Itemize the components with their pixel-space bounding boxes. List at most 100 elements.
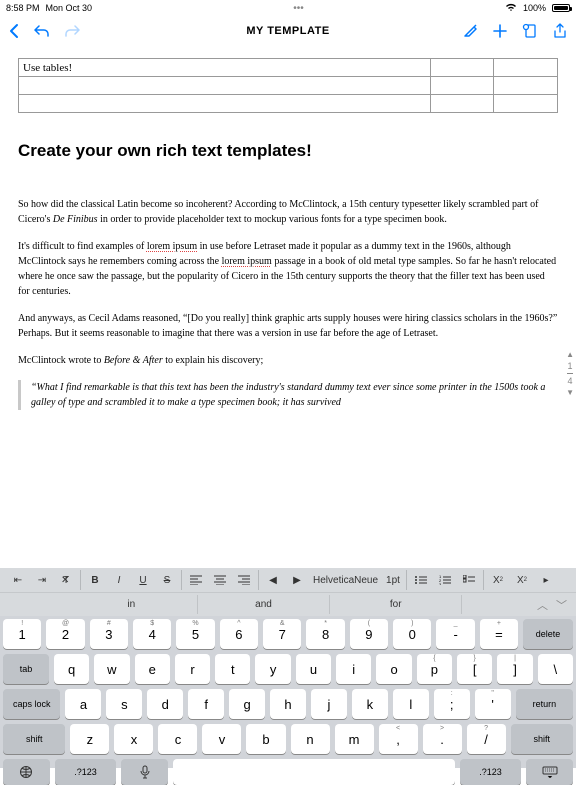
key-9[interactable]: (9 [350,619,388,649]
key-c[interactable]: c [158,724,197,754]
undo-icon[interactable] [34,24,50,38]
key-1[interactable]: !1 [3,619,41,649]
key-/[interactable]: ?/ [467,724,506,754]
clear-format-icon[interactable]: T✕ [54,570,78,590]
key-'[interactable]: "' [475,689,511,719]
doc-blockquote[interactable]: “What I find remarkable is that this tex… [18,380,558,410]
key-8[interactable]: *8 [306,619,344,649]
key-r[interactable]: r [175,654,210,684]
table-cell[interactable] [494,59,558,77]
key-u[interactable]: u [296,654,331,684]
doc-paragraph[interactable]: McClintock wrote to Before & After to ex… [18,353,558,368]
add-icon[interactable] [492,23,508,39]
table-cell[interactable] [19,77,431,95]
page-indicator[interactable]: ▲ 1 4 ▼ [566,350,574,397]
subscript-button[interactable]: X2 [510,570,534,590]
next-suggestion-icon[interactable]: ﹀ [556,597,567,613]
key-a[interactable]: a [65,689,101,719]
key-3[interactable]: #3 [90,619,128,649]
table-cell[interactable] [494,77,558,95]
suggestion-blank[interactable] [462,601,528,609]
indent-right-icon[interactable]: ⇥ [30,570,54,590]
key-s[interactable]: s [106,689,142,719]
tab-key[interactable]: tab [3,654,49,684]
globe-key[interactable] [3,759,50,785]
key-j[interactable]: j [311,689,347,719]
checklist-icon[interactable] [457,570,481,590]
shift-key[interactable]: shift [511,724,573,754]
back-icon[interactable] [8,23,20,39]
delete-key[interactable]: delete [523,619,573,649]
key-b[interactable]: b [246,724,285,754]
key-l[interactable]: l [393,689,429,719]
bullet-list-icon[interactable] [409,570,433,590]
template-icon[interactable] [522,23,538,39]
key--[interactable]: _- [436,619,474,649]
bold-button[interactable]: B [83,570,107,590]
font-smaller-icon[interactable]: ◀ [261,570,285,590]
font-larger-icon[interactable]: ▶ [285,570,309,590]
mic-key[interactable] [121,759,168,785]
align-left-icon[interactable] [184,570,208,590]
key-0[interactable]: )0 [393,619,431,649]
key-h[interactable]: h [270,689,306,719]
key-5[interactable]: %5 [176,619,214,649]
table-cell[interactable] [430,77,494,95]
key-d[interactable]: d [147,689,183,719]
sample-table[interactable]: Use tables! [18,58,558,113]
key-][interactable]: |] [497,654,532,684]
key-y[interactable]: y [255,654,290,684]
key-z[interactable]: z [70,724,109,754]
key-n[interactable]: n [291,724,330,754]
key-g[interactable]: g [229,689,265,719]
hide-keyboard-key[interactable] [526,759,573,785]
key-7[interactable]: &7 [263,619,301,649]
key-=[interactable]: += [480,619,518,649]
align-center-icon[interactable] [208,570,232,590]
doc-heading[interactable]: Create your own rich text templates! [18,141,558,161]
document-area[interactable]: Use tables! Create your own rich text te… [0,50,576,568]
key-6[interactable]: ^6 [220,619,258,649]
page-up-arrow[interactable]: ▲ [566,350,574,359]
table-cell[interactable] [430,59,494,77]
key-q[interactable]: q [54,654,89,684]
key-,[interactable]: <, [379,724,418,754]
underline-button[interactable]: U [131,570,155,590]
capslock-key[interactable]: caps lock [3,689,60,719]
key-w[interactable]: w [94,654,129,684]
strike-button[interactable]: S [155,570,179,590]
italic-button[interactable]: I [107,570,131,590]
suggestion-blank[interactable] [0,601,66,609]
table-cell[interactable] [494,95,558,113]
symbols-key[interactable]: .?123 [460,759,521,785]
shift-key[interactable]: shift [3,724,65,754]
space-key[interactable] [173,759,455,785]
key-k[interactable]: k [352,689,388,719]
key-i[interactable]: i [336,654,371,684]
prev-suggestion-icon[interactable]: ︿ [537,597,548,613]
font-name[interactable]: HelveticaNeue [309,570,382,590]
indent-left-icon[interactable]: ⇤ [6,570,30,590]
suggestion-word[interactable]: in [66,595,198,614]
key-;[interactable]: :; [434,689,470,719]
key-[[interactable]: }[ [457,654,492,684]
key-t[interactable]: t [215,654,250,684]
page-down-arrow[interactable]: ▼ [566,388,574,397]
key-m[interactable]: m [335,724,374,754]
key-4[interactable]: $4 [133,619,171,649]
doc-paragraph[interactable]: It's difficult to find examples of lorem… [18,239,558,299]
number-list-icon[interactable]: 123 [433,570,457,590]
superscript-button[interactable]: X2 [486,570,510,590]
font-size[interactable]: 1pt [382,570,404,590]
symbols-key[interactable]: .?123 [55,759,116,785]
highlighter-icon[interactable] [462,23,478,39]
collapse-toolbar-icon[interactable]: ▸ [534,570,558,590]
doc-paragraph[interactable]: So how did the classical Latin become so… [18,197,558,227]
key-x[interactable]: x [114,724,153,754]
suggestion-word[interactable]: and [198,595,330,614]
key-p[interactable]: {p [417,654,452,684]
suggestion-word[interactable]: for [330,595,462,614]
table-cell[interactable] [19,95,431,113]
align-right-icon[interactable] [232,570,256,590]
key-e[interactable]: e [135,654,170,684]
